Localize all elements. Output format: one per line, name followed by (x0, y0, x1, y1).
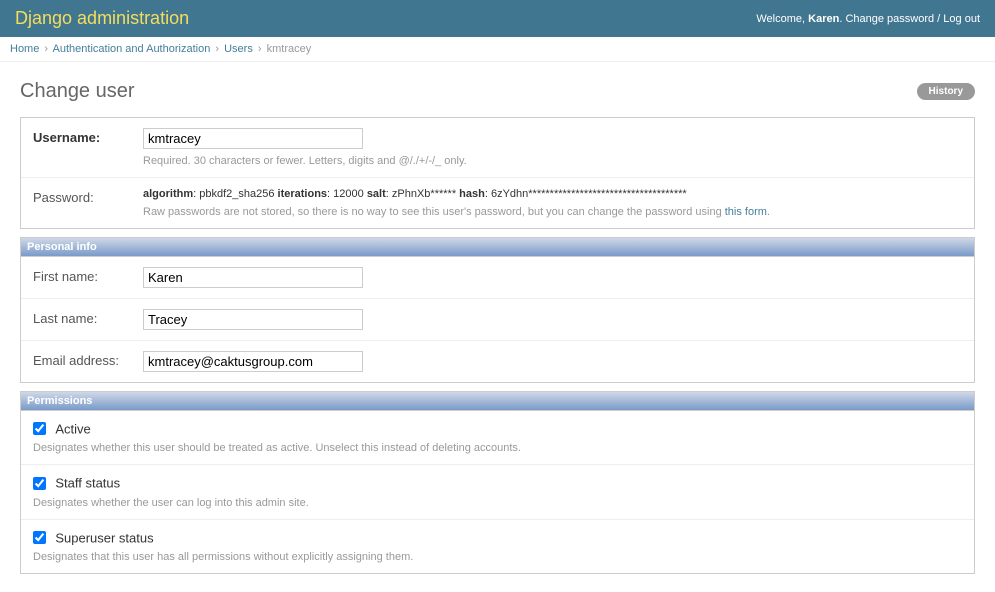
password-salt-label: salt (367, 188, 386, 200)
current-user: Karen (808, 13, 839, 25)
personal-info-heading: Personal info (21, 238, 974, 257)
permissions-heading: Permissions (21, 392, 974, 411)
breadcrumb-current: kmtracey (267, 43, 312, 55)
breadcrumb-sep: › (44, 43, 48, 55)
logout-link[interactable]: Log out (943, 13, 980, 25)
last-name-input[interactable] (143, 309, 363, 330)
superuser-label[interactable]: Superuser status (55, 530, 153, 545)
row-superuser: Superuser status Designates that this us… (21, 520, 974, 573)
password-form-link[interactable]: this form (725, 206, 767, 218)
breadcrumb-users[interactable]: Users (224, 43, 253, 55)
content-header: Change user History (20, 80, 975, 103)
row-password: Password: algorithm: pbkdf2_sha256 itera… (21, 178, 974, 228)
password-hash-label: hash (459, 188, 485, 200)
row-first-name: First name: (21, 257, 974, 299)
breadcrumb-home[interactable]: Home (10, 43, 39, 55)
staff-help: Designates whether the user can log into… (33, 497, 962, 509)
breadcrumb-auth[interactable]: Authentication and Authorization (53, 43, 211, 55)
superuser-checkbox[interactable] (33, 531, 46, 544)
first-name-input[interactable] (143, 267, 363, 288)
user-tools-sep: / (934, 13, 943, 25)
email-input[interactable] (143, 351, 363, 372)
password-help-suffix: . (767, 206, 770, 218)
object-tools: History (917, 83, 975, 100)
row-staff: Staff status Designates whether the user… (21, 465, 974, 519)
row-email: Email address: (21, 341, 974, 382)
staff-checkbox[interactable] (33, 477, 46, 490)
active-help: Designates whether this user should be t… (33, 442, 962, 454)
row-active: Active Designates whether this user shou… (21, 411, 974, 465)
password-hash-value: : 6zYdhn********************************… (485, 188, 687, 200)
row-last-name: Last name: (21, 299, 974, 341)
breadcrumb-sep: › (215, 43, 219, 55)
email-label: Email address: (33, 351, 143, 368)
password-iterations-value: : 12000 (327, 188, 367, 200)
username-label: Username: (33, 128, 143, 145)
history-button[interactable]: History (917, 83, 975, 100)
page-title: Change user (20, 80, 135, 103)
row-username: Username: Required. 30 characters or few… (21, 118, 974, 178)
first-name-label: First name: (33, 267, 143, 284)
content: Change user History Username: Required. … (0, 62, 995, 592)
header-bar: Django administration Welcome, Karen. Ch… (0, 0, 995, 37)
breadcrumb-sep: › (258, 43, 262, 55)
password-help-prefix: Raw passwords are not stored, so there i… (143, 206, 725, 218)
welcome-prefix: Welcome, (756, 13, 808, 25)
module-main: Username: Required. 30 characters or few… (20, 117, 975, 229)
user-tools: Welcome, Karen. Change password / Log ou… (756, 13, 980, 25)
superuser-help: Designates that this user has all permis… (33, 551, 962, 563)
active-label[interactable]: Active (55, 421, 90, 436)
username-input[interactable] (143, 128, 363, 149)
password-algorithm-label: algorithm (143, 188, 193, 200)
password-help: Raw passwords are not stored, so there i… (143, 206, 962, 218)
module-personal-info: Personal info First name: Last name: Ema… (20, 237, 975, 383)
change-password-link[interactable]: Change password (845, 13, 934, 25)
password-label: Password: (33, 188, 143, 205)
site-title: Django administration (15, 8, 189, 29)
last-name-label: Last name: (33, 309, 143, 326)
staff-label[interactable]: Staff status (55, 476, 120, 491)
active-checkbox[interactable] (33, 422, 46, 435)
password-display: algorithm: pbkdf2_sha256 iterations: 120… (143, 188, 962, 200)
username-help: Required. 30 characters or fewer. Letter… (143, 155, 962, 167)
password-iterations-label: iterations (278, 188, 328, 200)
password-algorithm-value: : pbkdf2_sha256 (193, 188, 277, 200)
password-salt-value: : zPhnXb****** (386, 188, 459, 200)
breadcrumb: Home › Authentication and Authorization … (0, 37, 995, 62)
module-permissions: Permissions Active Designates whether th… (20, 391, 975, 574)
